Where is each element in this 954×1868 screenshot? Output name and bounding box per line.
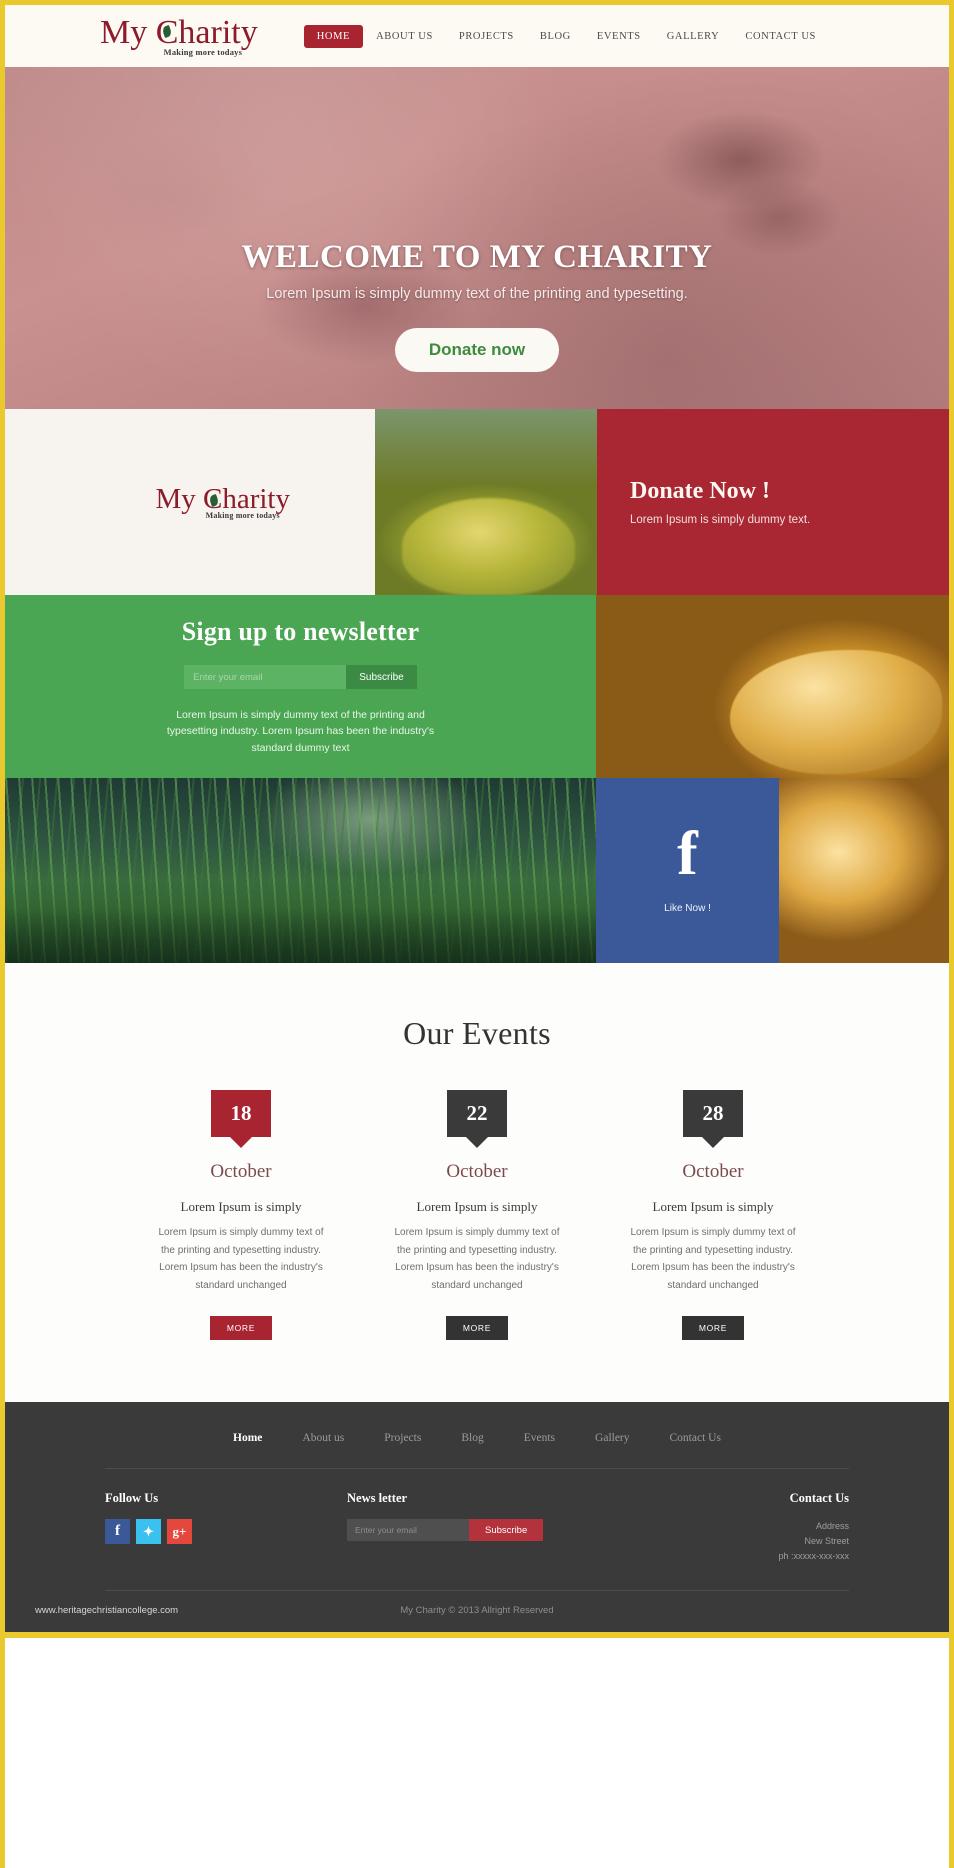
event-day: 22 — [466, 1101, 488, 1125]
site-logo[interactable]: My Charity Making more todays — [100, 13, 258, 57]
promo-logo-panel: My Charity Making more todays — [5, 409, 375, 595]
facebook-like-label: Like Now ! — [664, 902, 711, 914]
event-day: 18 — [230, 1101, 252, 1125]
promo-row: My Charity Making more todays Donate Now… — [5, 409, 949, 595]
newsletter-description: Lorem Ipsum is simply dummy text of the … — [166, 709, 435, 754]
footer-subscribe-button[interactable]: Subscribe — [469, 1519, 544, 1541]
grass-facebook-row: f Like Now ! — [5, 778, 949, 963]
hero-banner: WELCOME TO MY CHARITY Lorem Ipsum is sim… — [5, 67, 949, 409]
autumn-leaves-image-continued — [779, 778, 949, 963]
bottom-accent-bar — [5, 1631, 949, 1638]
autumn-leaves-image — [596, 595, 949, 778]
twitter-icon[interactable]: ✦ — [136, 1519, 161, 1544]
event-card: 18 October Lorem Ipsum is simply Lorem I… — [123, 1090, 359, 1340]
events-heading: Our Events — [403, 1015, 551, 1051]
nav-item-events[interactable]: EVENTS — [584, 25, 654, 48]
site-footer: Home About us Projects Blog Events Galle… — [5, 1402, 949, 1638]
footer-bottom-bar: www.heritagechristiancollege.com My Char… — [5, 1591, 949, 1632]
event-title: Lorem Ipsum is simply — [180, 1199, 302, 1214]
footer-news-heading: News letter — [347, 1491, 408, 1505]
grass-image — [5, 778, 596, 963]
logo-letter-c: C — [156, 15, 179, 50]
nav-item-home[interactable]: HOME — [303, 24, 364, 48]
google-plus-icon[interactable]: g+ — [167, 1519, 192, 1544]
footer-nav-item-home[interactable]: Home — [233, 1432, 262, 1444]
event-date-badge: 28 — [683, 1090, 743, 1137]
promo-tree-image — [375, 409, 597, 595]
footer-nav-item-about-us[interactable]: About us — [302, 1432, 344, 1444]
nav-item-blog[interactable]: BLOG — [527, 25, 584, 48]
footer-nav-item-contact-us[interactable]: Contact Us — [670, 1432, 721, 1444]
footer-nav: Home About us Projects Blog Events Galle… — [5, 1432, 949, 1468]
footer-nav-item-blog[interactable]: Blog — [461, 1432, 483, 1444]
contact-address-line-1: Address — [815, 1521, 849, 1531]
facebook-icon: f — [677, 820, 698, 889]
newsletter-subscribe-button[interactable]: Subscribe — [346, 665, 417, 690]
footer-nav-item-projects[interactable]: Projects — [384, 1432, 421, 1444]
newsletter-email-input[interactable] — [184, 665, 347, 690]
logo-wordmark: My Charity — [100, 13, 258, 51]
main-nav: HOME ABOUT US PROJECTS BLOG EVENTS GALLE… — [303, 24, 829, 48]
footer-contact-heading: Contact Us — [789, 1491, 849, 1505]
newsletter-row: Sign up to newsletter Subscribe Lorem Ip… — [5, 595, 949, 778]
copyright-text: My Charity © 2013 Allright Reserved — [400, 1604, 554, 1616]
newsletter-form: Subscribe — [184, 665, 417, 690]
event-more-button[interactable]: MORE — [445, 1316, 509, 1340]
event-date-badge: 18 — [211, 1090, 271, 1137]
event-card: 28 October Lorem Ipsum is simply Lorem I… — [595, 1090, 831, 1340]
event-date-badge: 22 — [447, 1090, 507, 1137]
footer-follow-column: Follow Us f ✦ g+ — [105, 1491, 347, 1544]
event-month: October — [446, 1161, 508, 1182]
footer-newsletter-column: News letter Subscribe — [347, 1491, 677, 1541]
facebook-icon[interactable]: f — [105, 1519, 130, 1544]
event-more-button[interactable]: MORE — [209, 1316, 273, 1340]
footer-follow-heading: Follow Us — [105, 1491, 159, 1505]
nav-item-projects[interactable]: PROJECTS — [446, 25, 527, 48]
social-links: f ✦ g+ — [105, 1519, 347, 1544]
footer-newsletter-form: Subscribe — [347, 1519, 677, 1541]
event-more-button[interactable]: MORE — [681, 1316, 745, 1340]
events-grid: 18 October Lorem Ipsum is simply Lorem I… — [5, 1090, 949, 1340]
footer-contact-column: Contact Us Address New Street ph :xxxxx-… — [677, 1491, 849, 1564]
event-month: October — [210, 1161, 272, 1182]
events-section: Our Events 18 October Lorem Ipsum is sim… — [5, 963, 949, 1402]
donate-panel-title: Donate Now ! — [630, 478, 770, 504]
event-title: Lorem Ipsum is simply — [416, 1199, 538, 1214]
event-day: 28 — [702, 1101, 724, 1125]
contact-phone-line: ph :xxxxx-xxx-xxx — [778, 1550, 849, 1561]
nav-item-gallery[interactable]: GALLERY — [654, 25, 733, 48]
contact-address-line-2: New Street — [804, 1535, 849, 1546]
facebook-like-panel[interactable]: f Like Now ! — [596, 778, 779, 963]
event-text: Lorem Ipsum is simply dummy text of the … — [158, 1227, 324, 1291]
newsletter-panel: Sign up to newsletter Subscribe Lorem Ip… — [5, 595, 596, 778]
event-month: October — [682, 1161, 744, 1182]
page-root: My Charity Making more todays HOME ABOUT… — [5, 0, 949, 1638]
site-header: My Charity Making more todays HOME ABOUT… — [5, 5, 949, 67]
event-text: Lorem Ipsum is simply dummy text of the … — [394, 1227, 560, 1291]
footer-nav-item-gallery[interactable]: Gallery — [595, 1432, 629, 1444]
event-card: 22 October Lorem Ipsum is simply Lorem I… — [359, 1090, 595, 1340]
footer-columns: Follow Us f ✦ g+ News letter Subscribe C… — [5, 1469, 949, 1564]
hero-title: WELCOME TO MY CHARITY — [241, 239, 713, 275]
donate-now-panel[interactable]: Donate Now ! Lorem Ipsum is simply dummy… — [597, 409, 949, 595]
newsletter-heading: Sign up to newsletter — [181, 617, 420, 647]
footer-nav-item-events[interactable]: Events — [524, 1432, 555, 1444]
hero-subtitle: Lorem Ipsum is simply dummy text of the … — [266, 286, 688, 302]
event-title: Lorem Ipsum is simply — [652, 1199, 774, 1214]
nav-item-about-us[interactable]: ABOUT US — [363, 25, 446, 48]
donate-now-button[interactable]: Donate now — [394, 328, 560, 372]
promo-logo-wordmark: My Charity — [155, 482, 290, 515]
promo-logo-letter-c: C — [203, 484, 222, 514]
nav-item-contact-us[interactable]: CONTACT US — [732, 25, 829, 48]
footer-email-input[interactable] — [347, 1519, 469, 1541]
event-text: Lorem Ipsum is simply dummy text of the … — [630, 1227, 796, 1291]
donate-panel-text: Lorem Ipsum is simply dummy text. — [630, 514, 811, 526]
